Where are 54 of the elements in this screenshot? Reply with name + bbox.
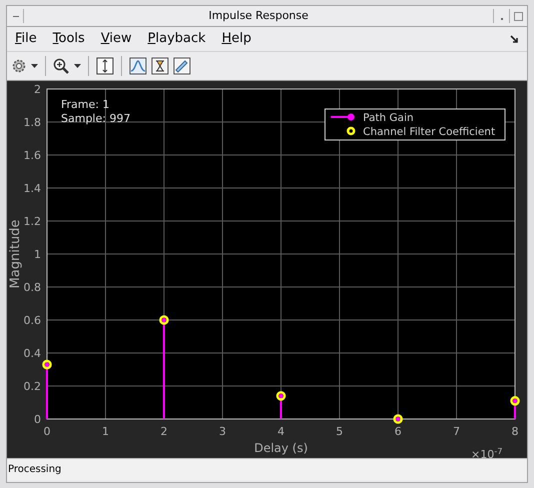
x-tick-label: 0 <box>44 425 50 438</box>
point-ring <box>276 391 286 401</box>
y-tick-label: 0.4 <box>24 347 41 360</box>
legend-line-icon <box>331 114 354 120</box>
y-tick-label: 0.8 <box>24 281 41 294</box>
frame-info: Frame: 1 <box>61 98 110 111</box>
x-tick-label: 4 <box>278 425 284 438</box>
x-tick-label: 5 <box>336 425 343 438</box>
axis-exponent: ×10$^{-7}$ <box>471 448 502 459</box>
caret-icon[interactable] <box>74 64 81 68</box>
dock-arrow-icon[interactable] <box>510 34 519 44</box>
y-tick-label: 2 <box>34 83 41 96</box>
y-tick-label: 0.2 <box>24 380 41 393</box>
menu-item[interactable]: Playback <box>148 29 206 49</box>
stem <box>512 398 518 419</box>
x-tick-label: 8 <box>512 425 518 438</box>
y-tick-label: 1.6 <box>24 149 41 162</box>
peak-chart-icon[interactable] <box>129 57 147 75</box>
legend-marker-icon <box>346 126 356 136</box>
point-ring <box>159 315 169 325</box>
legend-label: Channel Filter Coefficient <box>363 126 496 138</box>
x-tick-label: 1 <box>102 425 109 438</box>
menu-item[interactable]: File <box>15 29 37 49</box>
caret-icon[interactable] <box>31 64 38 68</box>
ruler-icon[interactable] <box>173 57 191 75</box>
y-tick-label: 0 <box>34 413 41 426</box>
legend-label: Path Gain <box>363 112 414 124</box>
y-axis-label: Magnitude <box>8 220 23 288</box>
point-ring <box>510 396 520 406</box>
status-text: Processing <box>8 463 62 477</box>
stem <box>396 416 400 422</box>
menu-item[interactable]: View <box>100 29 132 49</box>
x-axis-label: Delay (s) <box>254 441 308 455</box>
y-tick-label: 1.2 <box>24 215 41 228</box>
menu-item[interactable]: Help <box>222 29 252 49</box>
x-tick-label: 7 <box>453 425 460 438</box>
fit-vertical-icon[interactable] <box>96 57 114 75</box>
hourglass-chart-icon[interactable] <box>151 57 169 75</box>
y-tick-label: 1 <box>34 248 41 261</box>
x-tick-label: 2 <box>160 425 168 438</box>
zoom-in-icon[interactable] <box>53 58 70 74</box>
x-tick-label: 3 <box>219 425 226 438</box>
y-tick-label: 1.8 <box>24 116 41 129</box>
y-tick-label: 0.6 <box>24 314 41 327</box>
point-ring <box>42 360 52 370</box>
stem <box>44 362 50 419</box>
stem <box>278 394 284 419</box>
window-title: Impulse Response <box>208 8 310 24</box>
menu-item[interactable]: Tools <box>52 29 85 49</box>
x-tick-label: 6 <box>394 425 402 438</box>
gear-icon[interactable] <box>11 58 27 74</box>
y-tick-label: 1.4 <box>24 182 41 195</box>
frame-info: Sample: 997 <box>61 112 130 125</box>
point-ring <box>393 414 403 424</box>
